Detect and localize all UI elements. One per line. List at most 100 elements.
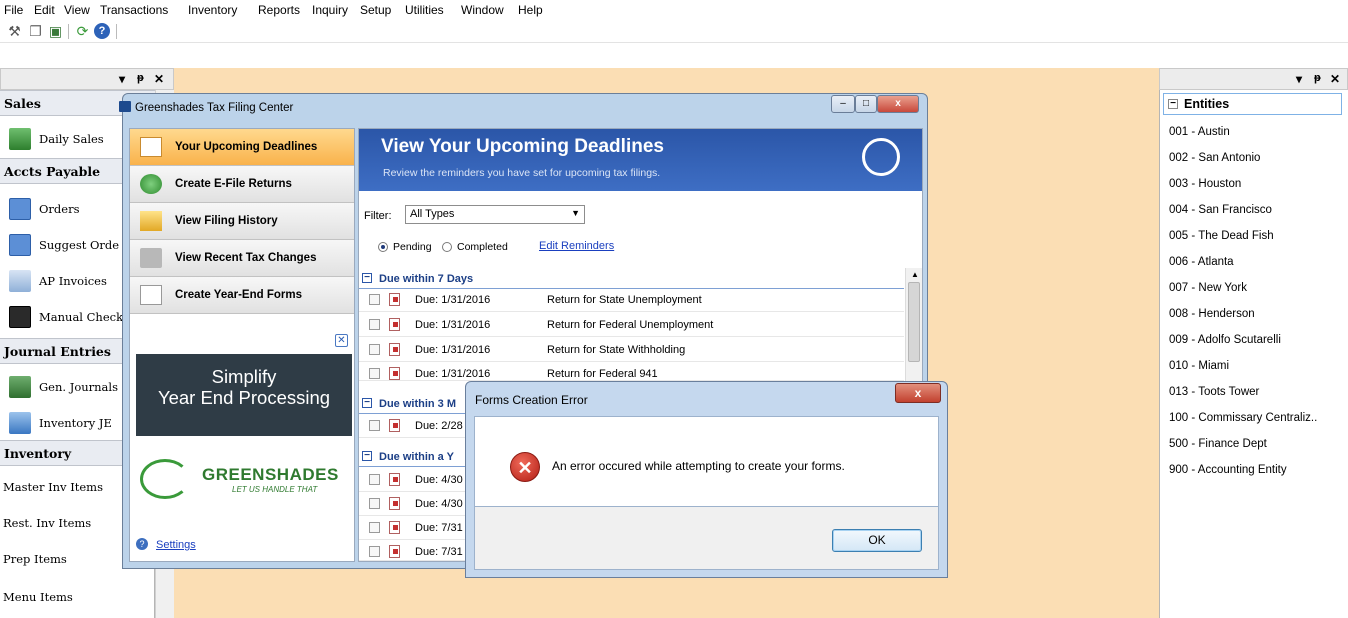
- wrench-icon[interactable]: ⚒: [6, 23, 23, 40]
- entity-item[interactable]: 013 - Toots Tower: [1169, 386, 1259, 398]
- close-icon[interactable]: ✕: [154, 72, 164, 86]
- entity-item[interactable]: 500 - Finance Dept: [1169, 438, 1267, 450]
- orders-icon: [9, 198, 31, 220]
- ad-banner[interactable]: Simplify Year End Processing: [136, 354, 352, 436]
- radio-pending[interactable]: [378, 242, 388, 252]
- left-item-menu-items[interactable]: Menu Items: [0, 580, 155, 616]
- logo-tagline: LET US HANDLE THAT: [232, 485, 318, 494]
- entity-item[interactable]: 007 - New York: [1169, 282, 1247, 294]
- row-checkbox[interactable]: [369, 474, 380, 485]
- entity-item[interactable]: 005 - The Dead Fish: [1169, 230, 1274, 242]
- deadline-row[interactable]: Due: 1/31/2016 Return for Federal Unempl…: [359, 314, 904, 337]
- dialog-footer: OK: [474, 507, 939, 570]
- suggest-orders-icon: [9, 234, 31, 256]
- content-header: View Your Upcoming Deadlines Review the …: [359, 129, 922, 191]
- radio-completed[interactable]: [442, 242, 452, 252]
- pin-icon[interactable]: ᵽ: [1314, 72, 1321, 84]
- menu-utilities[interactable]: Utilities: [405, 3, 444, 17]
- entity-item[interactable]: 010 - Miami: [1169, 360, 1229, 372]
- settings-link[interactable]: Settings: [156, 539, 196, 551]
- entity-item[interactable]: 009 - Adolfo Scutarelli: [1169, 334, 1281, 346]
- left-item-label: Prep Items: [3, 552, 67, 566]
- menu-setup[interactable]: Setup: [360, 3, 391, 17]
- pin-icon[interactable]: ᵽ: [137, 72, 144, 84]
- greenshades-swoosh-icon: [140, 459, 190, 499]
- entity-item[interactable]: 003 - Houston: [1169, 178, 1241, 190]
- entity-item[interactable]: 004 - San Francisco: [1169, 204, 1272, 216]
- row-checkbox[interactable]: [369, 368, 380, 379]
- collapse-icon[interactable]: −: [362, 451, 372, 461]
- menu-transactions[interactable]: Transactions: [100, 3, 168, 17]
- pane-dropdown-icon[interactable]: ▾: [1296, 72, 1302, 86]
- minimize-icon[interactable]: –: [831, 95, 855, 113]
- menu-edit[interactable]: Edit: [34, 3, 55, 17]
- entity-item[interactable]: 008 - Henderson: [1169, 308, 1255, 320]
- entities-header[interactable]: − Entities: [1163, 93, 1342, 115]
- collapse-icon[interactable]: −: [1168, 99, 1178, 109]
- entity-item[interactable]: 100 - Commissary Centraliz..: [1169, 412, 1317, 424]
- row-checkbox[interactable]: [369, 498, 380, 509]
- menu-file[interactable]: File: [4, 3, 23, 17]
- row-checkbox[interactable]: [369, 294, 380, 305]
- close-icon[interactable]: ✕: [1330, 72, 1340, 86]
- maximize-icon[interactable]: □: [855, 95, 877, 113]
- reminder-icon: [389, 293, 400, 306]
- row-checkbox[interactable]: [369, 420, 380, 431]
- error-message: An error occured while attempting to cre…: [552, 459, 845, 473]
- copy-icon[interactable]: ❐: [27, 23, 44, 40]
- edit-reminders-link[interactable]: Edit Reminders: [539, 240, 614, 252]
- scroll-thumb[interactable]: [908, 282, 920, 362]
- row-checkbox[interactable]: [369, 344, 380, 355]
- due-date: Due: 7/31: [415, 522, 463, 534]
- filter-select[interactable]: All Types ▼: [405, 205, 585, 224]
- close-icon[interactable]: x: [877, 95, 919, 113]
- entity-item[interactable]: 001 - Austin: [1169, 126, 1230, 138]
- nav-label: View Recent Tax Changes: [175, 252, 317, 264]
- row-checkbox[interactable]: [369, 319, 380, 330]
- menu-help[interactable]: Help: [518, 3, 543, 17]
- filter-label: Filter:: [364, 210, 392, 222]
- toolbar: ⚒ ❐ ▣ ⟳ ?: [0, 20, 1348, 43]
- nav-upcoming-deadlines[interactable]: Your Upcoming Deadlines: [130, 129, 354, 166]
- collapse-icon[interactable]: −: [362, 273, 372, 283]
- entity-item[interactable]: 002 - San Antonio: [1169, 152, 1260, 164]
- group-label: Due within a Y: [379, 451, 454, 463]
- deadline-row[interactable]: Due: 1/31/2016 Return for State Unemploy…: [359, 289, 904, 312]
- menu-view[interactable]: View: [64, 3, 90, 17]
- ad-banner-line1: Simplify: [211, 366, 277, 387]
- nav-recent-tax-changes[interactable]: View Recent Tax Changes: [130, 240, 354, 277]
- menu-reports[interactable]: Reports: [258, 3, 300, 17]
- ad-close-icon[interactable]: ✕: [335, 334, 348, 347]
- help-icon[interactable]: ?: [94, 23, 110, 39]
- calendar-icon: [140, 137, 162, 157]
- menu-window[interactable]: Window: [461, 3, 504, 17]
- menu-inventory[interactable]: Inventory: [188, 3, 237, 17]
- changes-icon: [140, 248, 162, 268]
- menubar: File Edit View Transactions Inventory Re…: [0, 0, 1348, 20]
- return-desc: Return for Federal Unemployment: [547, 319, 714, 331]
- deadline-row[interactable]: Due: 1/31/2016 Return for Federal 941: [359, 363, 904, 381]
- group-header[interactable]: − Due within 7 Days: [359, 269, 904, 289]
- forms-icon: [140, 285, 162, 305]
- collapse-icon[interactable]: −: [362, 398, 372, 408]
- entities-panel: − Entities 001 - Austin 002 - San Antoni…: [1159, 90, 1348, 618]
- reminder-icon: [389, 521, 400, 534]
- menu-inquiry[interactable]: Inquiry: [312, 3, 348, 17]
- row-checkbox[interactable]: [369, 522, 380, 533]
- entity-item[interactable]: 006 - Atlanta: [1169, 256, 1234, 268]
- nav-year-end-forms[interactable]: Create Year-End Forms: [130, 277, 354, 314]
- left-item-label: Orders: [39, 202, 80, 216]
- paste-icon[interactable]: ▣: [47, 23, 64, 40]
- close-icon[interactable]: x: [895, 383, 941, 403]
- nav-create-efile[interactable]: Create E-File Returns: [130, 166, 354, 203]
- deadline-row[interactable]: Due: 1/31/2016 Return for State Withhold…: [359, 339, 904, 362]
- scroll-up-icon[interactable]: ▲: [911, 270, 919, 279]
- refresh-icon[interactable]: ⟳: [74, 23, 91, 40]
- toolbar-separator: [68, 24, 69, 39]
- ok-button[interactable]: OK: [832, 529, 922, 552]
- row-checkbox[interactable]: [369, 546, 380, 557]
- entity-item[interactable]: 900 - Accounting Entity: [1169, 464, 1287, 476]
- pane-dropdown-icon[interactable]: ▾: [119, 72, 125, 86]
- nav-label: Your Upcoming Deadlines: [175, 141, 318, 153]
- nav-filing-history[interactable]: View Filing History: [130, 203, 354, 240]
